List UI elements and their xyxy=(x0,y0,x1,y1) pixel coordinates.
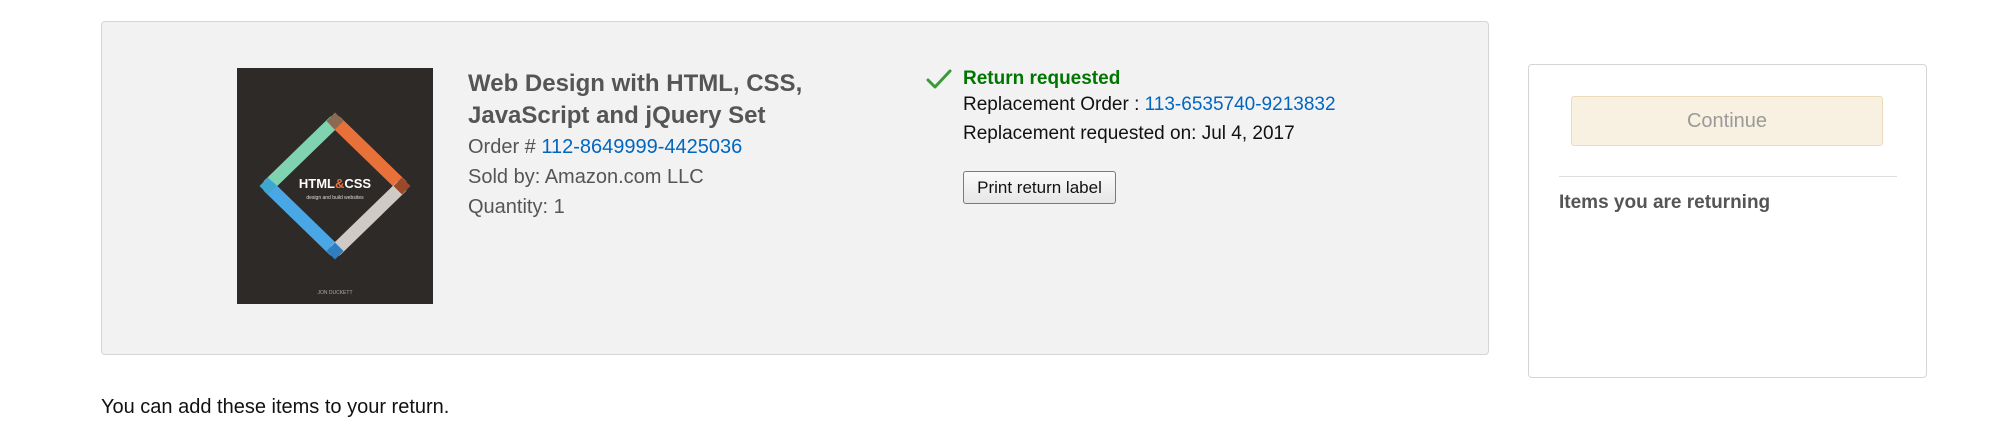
product-image[interactable]: HTML&CSS design and build websites JON D… xyxy=(237,68,433,304)
cover-title-left: HTML xyxy=(299,176,335,191)
quantity-text: Quantity: 1 xyxy=(468,196,565,218)
replacement-order-link[interactable]: 113-6535740-9213832 xyxy=(1145,94,1336,115)
replacement-order-label: Replacement Order : xyxy=(963,94,1145,115)
product-title[interactable]: Web Design with HTML, CSS, JavaScript an… xyxy=(468,68,868,132)
order-number-link[interactable]: 112-8649999-4425036 xyxy=(541,136,742,158)
items-returning-heading: Items you are returning xyxy=(1559,192,1771,213)
cover-subtitle: design and build websites xyxy=(306,195,364,201)
replacement-order-line: Replacement Order : 113-6535740-9213832 xyxy=(963,92,1336,118)
continue-button[interactable]: Continue xyxy=(1571,96,1883,146)
cover-title-amp: & xyxy=(335,176,344,191)
order-number-label: Order # xyxy=(468,136,542,158)
order-number-line: Order # 112-8649999-4425036 xyxy=(468,133,742,161)
return-status: Return requested xyxy=(963,68,1121,89)
svg-text:HTML&CSS: HTML&CSS xyxy=(299,176,372,191)
sold-by-text: Sold by: Amazon.com LLC xyxy=(468,166,704,188)
book-cover-art: HTML&CSS design and build websites JON D… xyxy=(237,68,433,304)
cover-author: JON DUCKETT xyxy=(318,290,353,296)
replacement-requested-date: Replacement requested on: Jul 4, 2017 xyxy=(963,123,1295,144)
checkmark-icon xyxy=(926,69,952,89)
add-items-text: You can add these items to your return. xyxy=(101,396,450,418)
print-return-label-button[interactable]: Print return label xyxy=(963,171,1116,204)
cover-title-right: CSS xyxy=(344,176,371,191)
side-panel-divider xyxy=(1559,176,1897,177)
